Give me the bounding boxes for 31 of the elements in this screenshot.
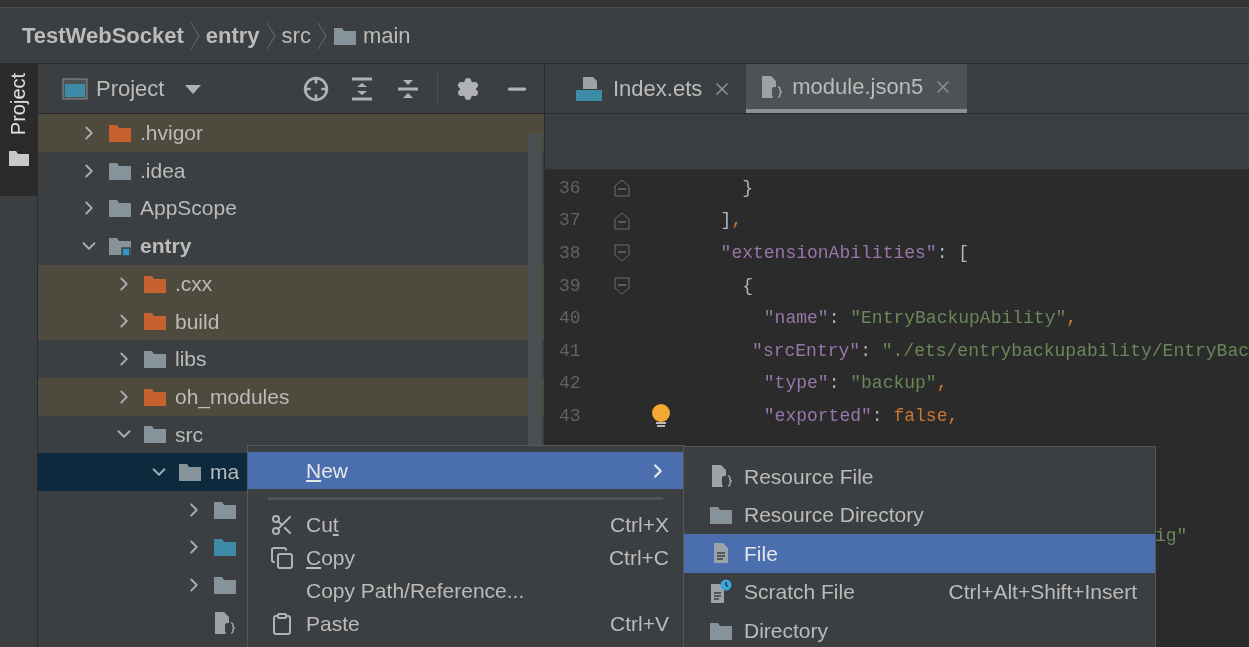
tree-item-label: ma [210,459,240,486]
line-number: 40 [558,307,582,331]
code-line: ], [719,209,743,233]
code-line: ig" [1155,524,1188,548]
shortcut-label: Ctrl+V [610,610,669,637]
tree-item-label: .hvigor [140,120,204,147]
line-number: 42 [558,372,582,396]
shortcut-label: Ctrl+C [608,544,669,571]
line-number: 41 [558,339,582,363]
code-line: "name": "EntryBackupAbility", [762,307,1078,331]
line-number: 37 [558,209,582,233]
code-line: "srcEntry": "./ets/entrybackupability/EntryBac [751,339,1249,363]
line-number: 38 [558,242,582,265]
code-line: "exported": false, [762,404,959,428]
line-number: 43 [558,404,582,428]
code-line: "type": "backup", [762,372,948,396]
line-number: 36 [558,176,582,200]
tree-item-label: AppScope [140,195,237,222]
tree-item-label: entry [140,233,192,260]
code-line: { [741,274,753,298]
line-number: 39 [558,274,582,298]
code-line: "extensionAbilities": [ [719,242,970,265]
tree-item-label: src [175,421,203,448]
tree-item-label: oh_modules [175,383,290,411]
tree-item-label: .cxx [175,270,213,297]
shortcut-label: Ctrl+Alt+Shift+Insert [948,579,1137,606]
tree-item-label: .idea [140,157,186,184]
shortcut-label: Ctrl+X [610,511,669,538]
tree-item-label: build [175,308,220,335]
code-line: } [741,176,753,200]
tree-item-label: libs [175,346,207,373]
